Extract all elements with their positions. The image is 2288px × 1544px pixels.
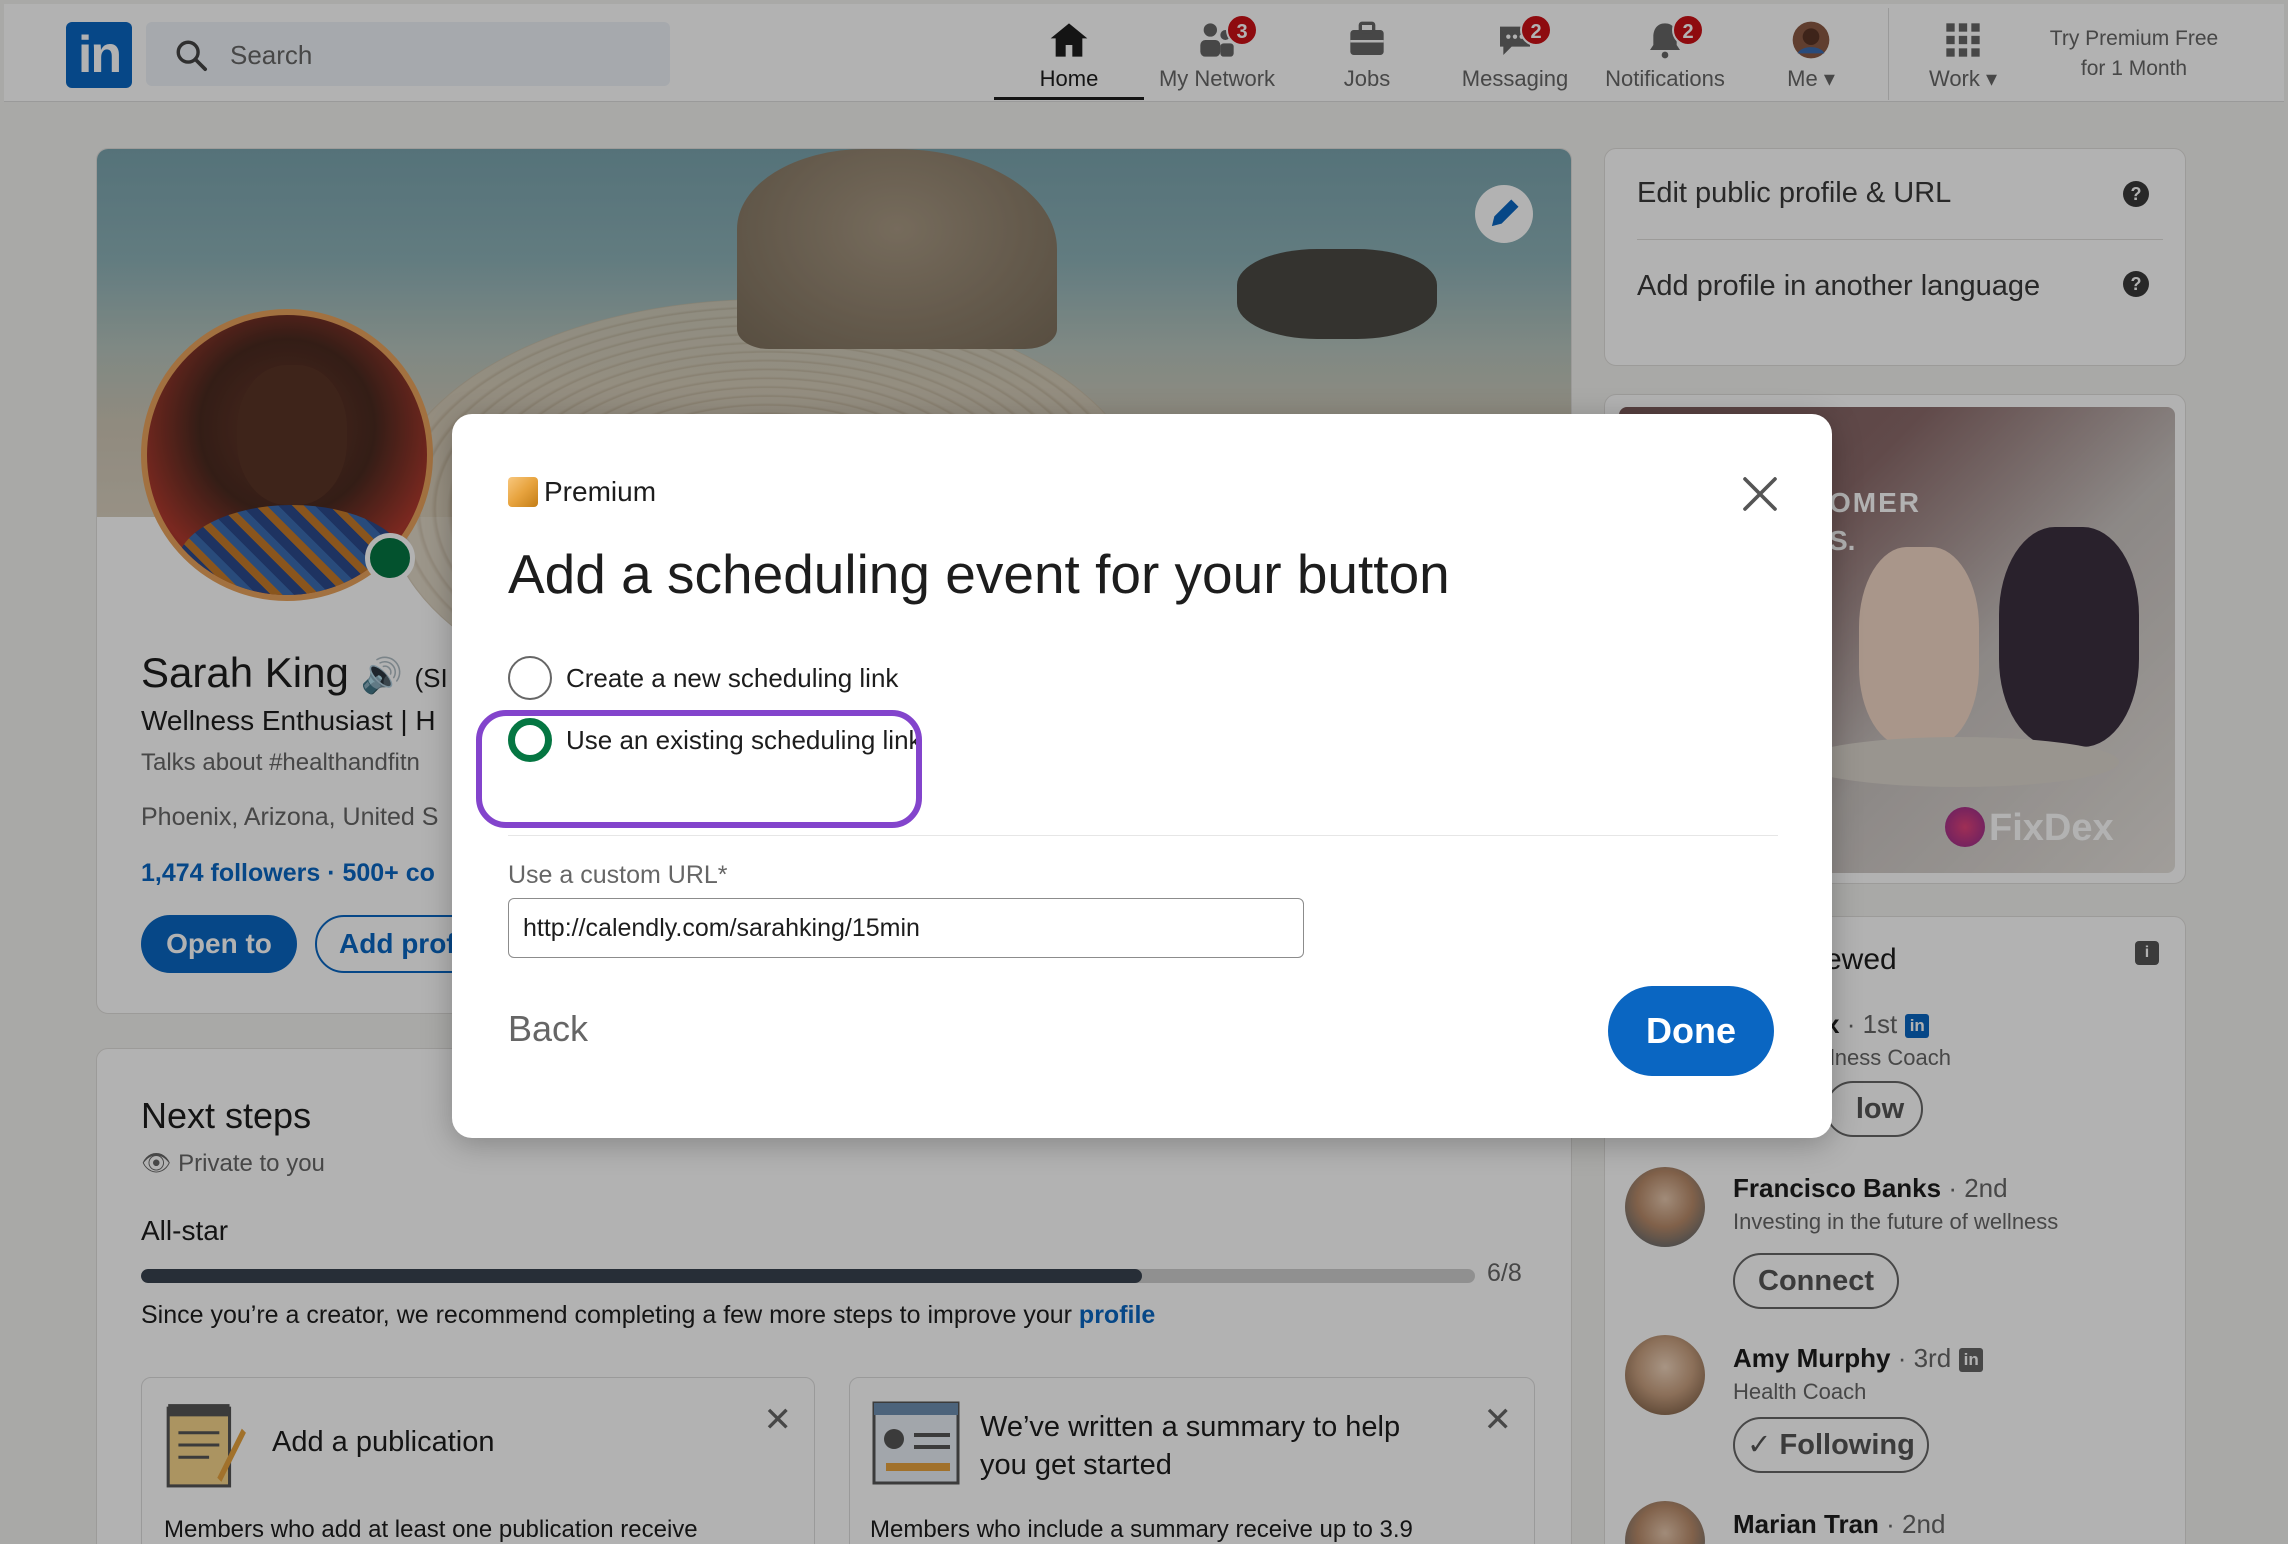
back-button[interactable]: Back [508,1008,588,1050]
radio-create-new[interactable] [508,656,552,700]
modal-separator [508,835,1778,836]
option-create-new-link[interactable]: Create a new scheduling link [508,656,898,700]
custom-url-label: Use a custom URL* [508,861,728,889]
scheduling-event-modal: Premium Add a scheduling event for your … [452,414,1832,1138]
premium-brand: Premium [508,476,656,508]
modal-title: Add a scheduling event for your button [508,543,1450,605]
selection-highlight-outline [476,710,922,828]
option-create-new-label: Create a new scheduling link [566,662,899,693]
close-icon[interactable] [1740,474,1780,514]
custom-url-input[interactable] [508,898,1304,958]
premium-label: Premium [544,476,657,507]
premium-icon [508,477,538,507]
done-button[interactable]: Done [1608,986,1774,1076]
